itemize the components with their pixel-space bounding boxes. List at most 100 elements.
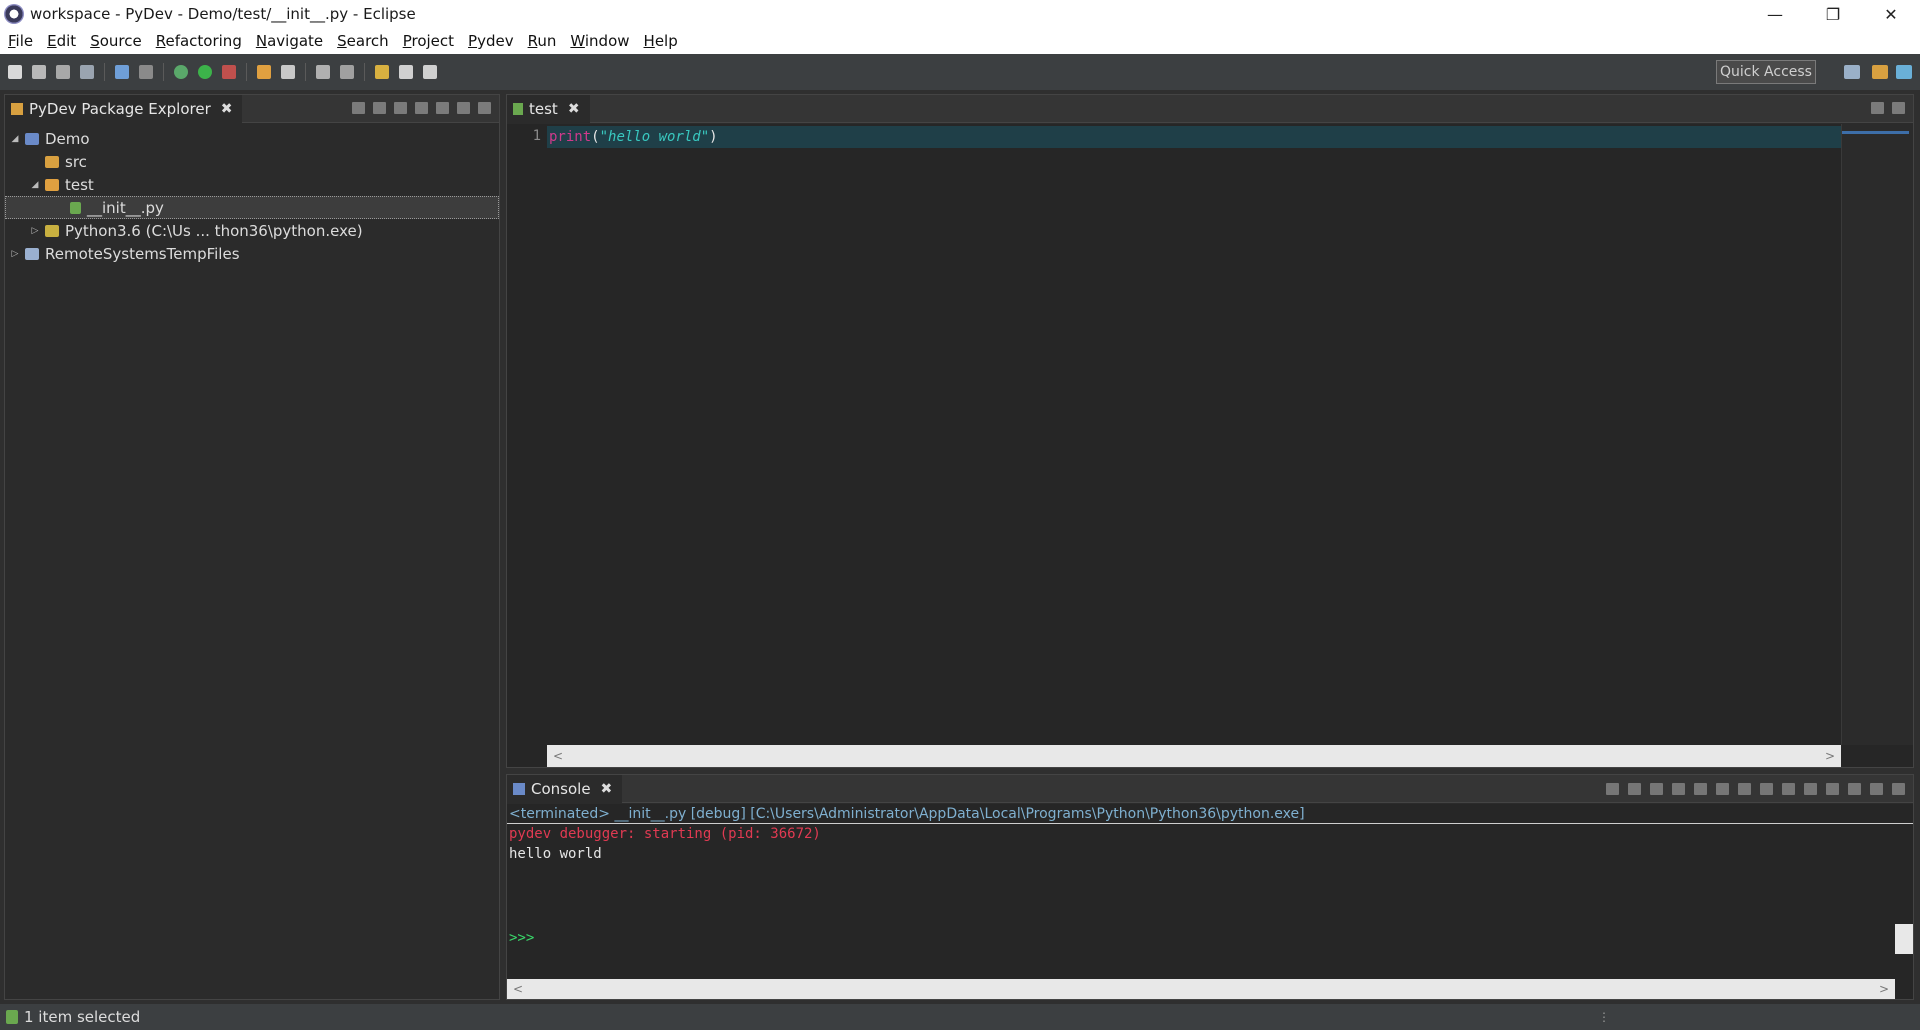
- close-console-icon[interactable]: ✖: [601, 781, 613, 797]
- menu-help[interactable]: Help: [644, 32, 678, 50]
- view-menu-icon[interactable]: [436, 102, 449, 114]
- tab-pydev-package-explorer[interactable]: PyDev Package Explorer ✖: [5, 94, 243, 123]
- show-on-output-icon[interactable]: [1760, 783, 1773, 795]
- console-view: Console ✖ <terminated> __init__.py [debu…: [506, 774, 1914, 1000]
- collapse-all-icon[interactable]: [352, 102, 365, 114]
- new-console-icon[interactable]: [1848, 783, 1861, 795]
- overview-ruler[interactable]: [1841, 124, 1913, 745]
- sync-icon[interactable]: [415, 102, 428, 114]
- tree-item-src[interactable]: src: [5, 150, 499, 173]
- terminate-icon[interactable]: [1628, 783, 1641, 795]
- maximize-console-icon[interactable]: [1892, 783, 1905, 795]
- pydev-perspective-icon[interactable]: [1872, 65, 1888, 79]
- open-folder-icon[interactable]: [257, 65, 271, 79]
- project-icon: [25, 132, 39, 145]
- eclipse-logo-icon: [4, 4, 24, 24]
- tree-item-remote-systems[interactable]: ▷ RemoteSystemsTempFiles: [5, 242, 499, 265]
- current-code-line[interactable]: print("hello world"): [547, 126, 1841, 148]
- python-file-icon: [70, 201, 81, 214]
- filter-icon[interactable]: [394, 102, 407, 114]
- pin-console-icon[interactable]: [1804, 783, 1817, 795]
- toolbar-separator: [163, 63, 164, 81]
- console-tab-bar: Console ✖: [507, 774, 1913, 803]
- maximize-editor-icon[interactable]: [1892, 102, 1905, 114]
- menu-pydev[interactable]: Pydev: [468, 32, 514, 50]
- remove-all-terminated-icon[interactable]: [1672, 783, 1685, 795]
- minimize-editor-icon[interactable]: [1871, 102, 1884, 114]
- open-console-icon[interactable]: [1606, 783, 1619, 795]
- python-file-icon: [6, 1010, 18, 1024]
- main-toolbar: Quick Access: [0, 54, 1920, 90]
- external-tools-icon[interactable]: [222, 65, 236, 79]
- debugger-line: pydev debugger: starting (pid: 36672): [509, 826, 821, 842]
- expanded-chevron-icon[interactable]: ◢: [29, 180, 41, 190]
- link-with-editor-icon[interactable]: [373, 102, 386, 114]
- menu-run[interactable]: Run: [528, 32, 557, 50]
- pin-icon[interactable]: [316, 65, 330, 79]
- close-explorer-icon[interactable]: ✖: [221, 101, 233, 117]
- menu-navigate[interactable]: Navigate: [256, 32, 323, 50]
- scroll-lock-icon[interactable]: [1716, 783, 1729, 795]
- close-editor-tab-icon[interactable]: ✖: [568, 101, 580, 117]
- remove-launch-icon[interactable]: [1650, 783, 1663, 795]
- clear-console-icon[interactable]: [1694, 783, 1707, 795]
- tree-item-python-interpreter[interactable]: ▷ Python3.6 (C:\Us ... thon36\python.exe…: [5, 219, 499, 242]
- terminal-icon[interactable]: [115, 65, 129, 79]
- collapsed-chevron-icon[interactable]: ▷: [9, 249, 21, 259]
- brush-icon[interactable]: [281, 65, 295, 79]
- expanded-chevron-icon[interactable]: ◢: [9, 134, 21, 144]
- tree-item-label: src: [65, 152, 87, 171]
- scroll-right-icon[interactable]: >: [1825, 749, 1835, 763]
- scroll-left-icon[interactable]: <: [553, 749, 563, 763]
- maximize-view-icon[interactable]: [478, 102, 491, 114]
- minimize-view-icon[interactable]: [457, 102, 470, 114]
- overview-marker[interactable]: [1842, 131, 1909, 134]
- tab-console[interactable]: Console ✖: [507, 774, 623, 803]
- console-vertical-scrollbar[interactable]: [1895, 924, 1913, 954]
- print-preview-icon[interactable]: [139, 65, 153, 79]
- menu-source[interactable]: Source: [90, 32, 142, 50]
- tree-item-init-py[interactable]: __init__.py: [5, 196, 499, 219]
- debug-perspective-icon[interactable]: [1896, 65, 1912, 79]
- console-horizontal-scrollbar[interactable]: < >: [507, 979, 1895, 999]
- back-arrow-icon[interactable]: [399, 65, 413, 79]
- console-prompt[interactable]: >>>: [509, 930, 534, 946]
- menu-search[interactable]: Search: [337, 32, 389, 50]
- restore-button[interactable]: ❐: [1804, 0, 1862, 28]
- debug-icon[interactable]: [174, 65, 188, 79]
- minimize-console-icon[interactable]: [1870, 783, 1883, 795]
- toolbar-separator: [364, 63, 365, 81]
- tree-item-test[interactable]: ◢ test: [5, 173, 499, 196]
- collapsed-chevron-icon[interactable]: ▷: [29, 226, 41, 236]
- forward-arrow-icon[interactable]: [423, 65, 437, 79]
- scroll-right-icon[interactable]: >: [1879, 982, 1889, 996]
- scroll-left-icon[interactable]: <: [513, 982, 523, 996]
- minimize-button[interactable]: —: [1746, 0, 1804, 28]
- save-all-icon[interactable]: [56, 65, 70, 79]
- close-window-button[interactable]: ✕: [1862, 0, 1920, 28]
- annotation-icon[interactable]: [340, 65, 354, 79]
- menu-file[interactable]: File: [8, 32, 33, 50]
- new-file-icon[interactable]: [8, 65, 22, 79]
- open-perspective-icon[interactable]: [1844, 65, 1860, 79]
- menu-refactoring[interactable]: Refactoring: [156, 32, 242, 50]
- menu-window[interactable]: Window: [570, 32, 629, 50]
- editor-tab-label: test: [529, 99, 558, 118]
- status-text: 1 item selected: [24, 1008, 141, 1026]
- editor-horizontal-scrollbar[interactable]: < >: [547, 745, 1841, 767]
- word-wrap-icon[interactable]: [1738, 783, 1751, 795]
- save-icon[interactable]: [32, 65, 46, 79]
- editor-text-area[interactable]: 1 print("hello world") < >: [507, 124, 1913, 767]
- menu-edit[interactable]: Edit: [47, 32, 76, 50]
- display-console-icon[interactable]: [1826, 783, 1839, 795]
- show-on-error-icon[interactable]: [1782, 783, 1795, 795]
- tree-item-demo[interactable]: ◢ Demo: [5, 127, 499, 150]
- status-grip-icon: ⋮: [1598, 1010, 1610, 1024]
- run-icon[interactable]: [198, 65, 212, 79]
- quick-access-input[interactable]: Quick Access: [1716, 60, 1816, 84]
- console-output[interactable]: <terminated> __init__.py [debug] [C:\Use…: [507, 804, 1913, 999]
- last-edit-icon[interactable]: [375, 65, 389, 79]
- print-icon[interactable]: [80, 65, 94, 79]
- tab-test[interactable]: test ✖: [507, 94, 590, 123]
- menu-project[interactable]: Project: [403, 32, 454, 50]
